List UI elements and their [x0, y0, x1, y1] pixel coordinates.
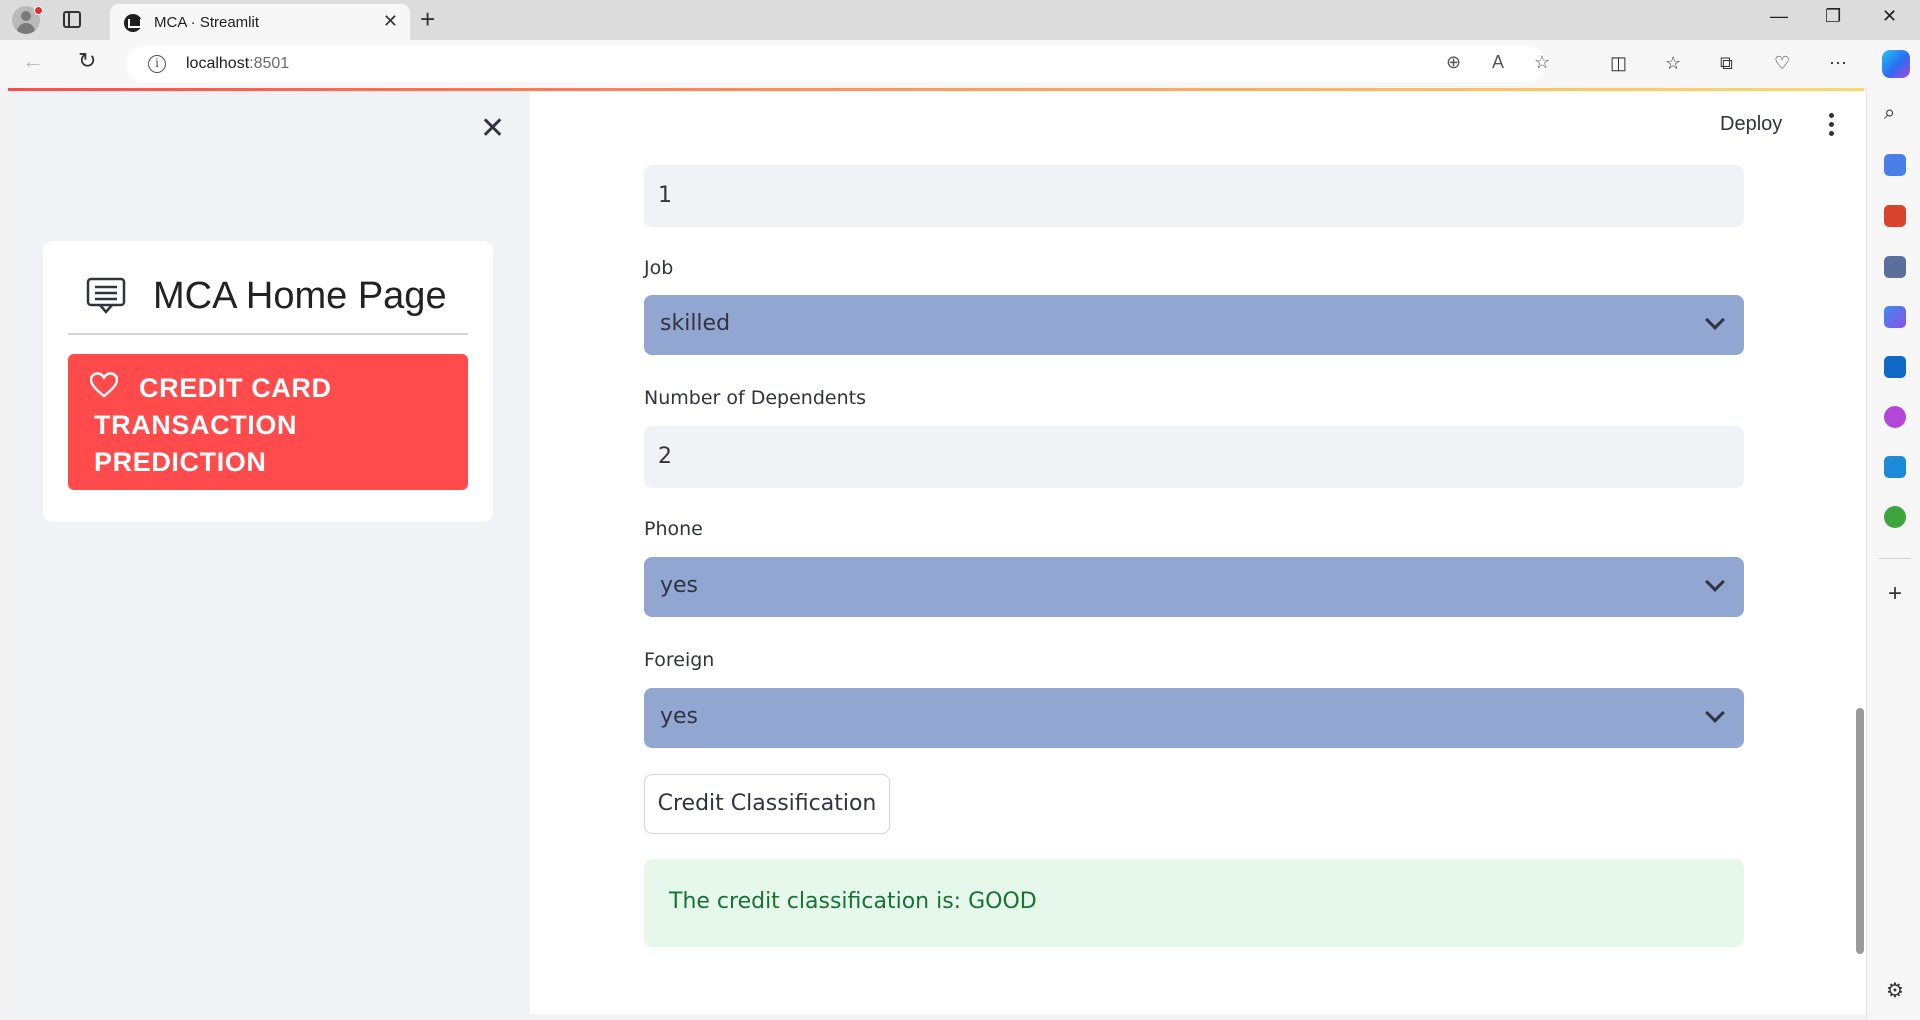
- more-options-icon[interactable]: ⋯: [1829, 53, 1847, 74]
- streamlit-favicon-icon: [124, 14, 142, 32]
- sidebar-settings-gear-icon[interactable]: ⚙: [1884, 978, 1906, 1002]
- split-screen-icon[interactable]: ◫: [1610, 53, 1627, 74]
- sidebar-close-icon[interactable]: ✕: [480, 111, 505, 146]
- dependents-input[interactable]: 2: [644, 426, 1744, 488]
- chevron-down-icon: [1705, 572, 1725, 592]
- outlook-icon[interactable]: [1884, 356, 1906, 378]
- scrollbar[interactable]: [1856, 708, 1864, 954]
- url-text: localhost:8501: [186, 55, 290, 72]
- streamlit-app: ✕ MCA Home Page CREDIT CARD TRANSACTION …: [8, 91, 1866, 1014]
- number-input-top[interactable]: 1: [644, 165, 1744, 227]
- notification-dot: [34, 6, 43, 15]
- number-input-value: 1: [658, 183, 672, 208]
- success-alert: The credit classification is: GOOD: [644, 859, 1744, 947]
- favorites-icon[interactable]: ☆: [1665, 53, 1681, 74]
- phone-select[interactable]: yes: [644, 557, 1744, 617]
- site-info-icon[interactable]: i: [148, 55, 166, 73]
- dependents-input-value: 2: [658, 444, 672, 469]
- menu-title: MCA Home Page: [153, 275, 447, 317]
- foreign-label: Foreign: [644, 649, 715, 671]
- tab-close-icon[interactable]: ✕: [383, 11, 398, 32]
- search-icon[interactable]: ⌕: [1884, 102, 1906, 124]
- reload-icon[interactable]: ↻: [78, 48, 96, 74]
- browser-essentials-icon[interactable]: ♡: [1774, 53, 1790, 74]
- main-content: 1 Job skilled Number of Dependents 2 Pho…: [644, 91, 1744, 1014]
- sidebar-divider: [1879, 558, 1911, 559]
- menu-item-credit-card-prediction[interactable]: CREDIT CARD TRANSACTION PREDICTION: [68, 354, 468, 490]
- option-menu: MCA Home Page CREDIT CARD TRANSACTION PR…: [43, 241, 493, 522]
- shopping-tag-icon[interactable]: [1884, 154, 1906, 176]
- chevron-down-icon: [1705, 703, 1725, 723]
- minimize-icon[interactable]: —: [1770, 6, 1788, 27]
- result-text: The credit classification is: GOOD: [669, 889, 1037, 914]
- collections-icon[interactable]: ⧉: [1720, 53, 1733, 74]
- credit-classification-button-label: Credit Classification: [657, 791, 877, 816]
- credit-classification-button[interactable]: Credit Classification: [644, 774, 890, 834]
- chevron-down-icon: [1705, 310, 1725, 330]
- job-label: Job: [644, 257, 674, 279]
- browser-tab[interactable]: MCA · Streamlit ✕: [110, 4, 410, 40]
- read-aloud-icon[interactable]: A: [1492, 52, 1504, 73]
- tools-briefcase-icon[interactable]: [1884, 205, 1906, 227]
- job-select[interactable]: skilled: [644, 295, 1744, 355]
- browser-toolbar: ← ↻ i localhost:8501 ⊕ A ☆ ◫ ☆ ⧉ ♡ ⋯: [0, 40, 1920, 88]
- phone-select-value: yes: [660, 573, 699, 598]
- microsoft-365-icon[interactable]: [1884, 306, 1906, 328]
- phone-label: Phone: [644, 518, 703, 540]
- copilot-icon[interactable]: [1882, 50, 1910, 78]
- foreign-select-value: yes: [660, 704, 699, 729]
- back-icon[interactable]: ←: [22, 48, 44, 74]
- window-close-icon[interactable]: ✕: [1882, 6, 1897, 27]
- designer-icon[interactable]: [1884, 406, 1906, 428]
- add-sidebar-app-icon[interactable]: +: [1884, 580, 1906, 607]
- browser-sidebar: ⌕ + ⚙: [1866, 88, 1920, 1020]
- telegram-send-icon[interactable]: [1884, 456, 1906, 478]
- menu-item-label: CREDIT CARD TRANSACTION PREDICTION: [94, 373, 332, 477]
- card-text-icon: [86, 277, 126, 314]
- favorite-star-icon[interactable]: ☆: [1534, 52, 1550, 73]
- zoom-icon[interactable]: ⊕: [1446, 52, 1461, 73]
- main-menu-kebab-icon[interactable]: [1828, 113, 1836, 137]
- restore-icon[interactable]: ❐: [1825, 6, 1841, 27]
- app-sidebar: ✕ MCA Home Page CREDIT CARD TRANSACTION …: [8, 91, 530, 1014]
- tree-icon[interactable]: [1884, 506, 1906, 528]
- new-tab-icon[interactable]: +: [420, 4, 435, 35]
- tab-title: MCA · Streamlit: [154, 14, 260, 31]
- job-select-value: skilled: [660, 311, 731, 336]
- menu-divider: [68, 333, 468, 335]
- foreign-select[interactable]: yes: [644, 688, 1744, 748]
- tab-actions-icon[interactable]: [63, 11, 81, 28]
- browser-tab-bar: MCA · Streamlit ✕ + — ❐ ✕: [0, 0, 1920, 40]
- dependents-label: Number of Dependents: [644, 387, 866, 409]
- games-chess-icon[interactable]: [1884, 256, 1906, 278]
- address-bar[interactable]: i localhost:8501 ⊕ A ☆: [126, 46, 1550, 82]
